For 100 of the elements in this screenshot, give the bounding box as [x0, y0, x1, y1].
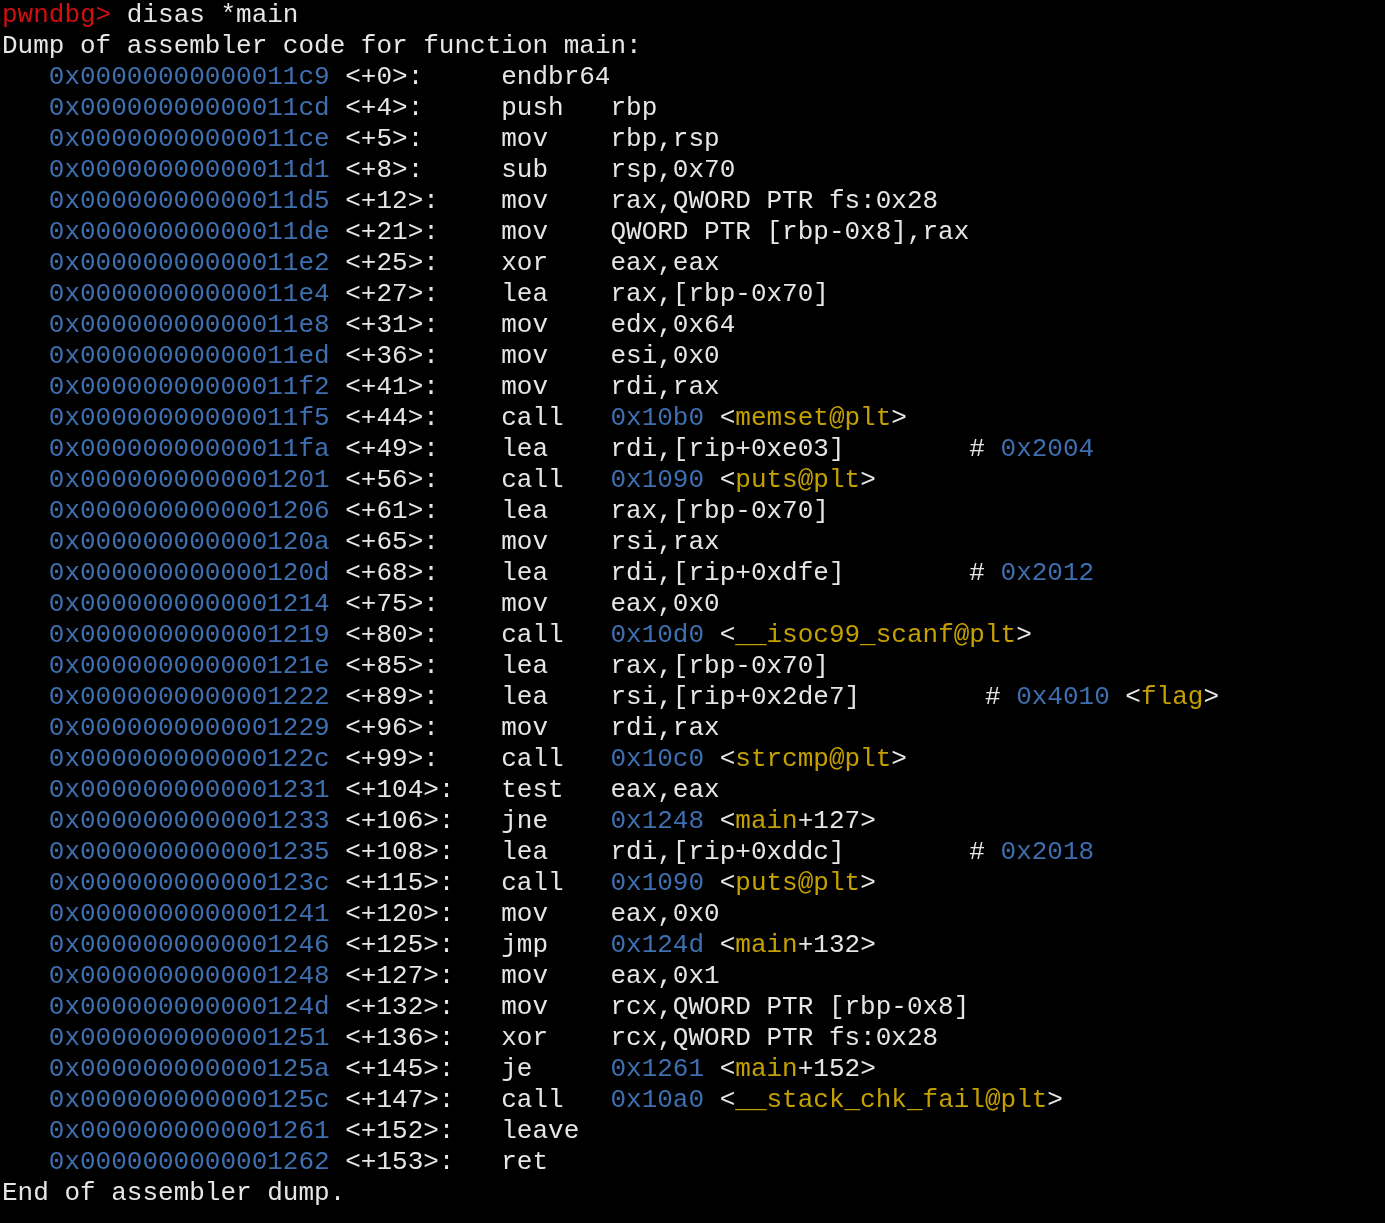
offset-text: <+80>:: [345, 620, 439, 650]
mnemonic-text: xor: [501, 1023, 549, 1053]
operand-text: eax,eax: [610, 775, 720, 805]
address-text: 0x00000000000011de: [48, 217, 330, 247]
offset-text: <+49>:: [345, 434, 439, 464]
mnemonic-text: call: [501, 620, 564, 650]
offset-text: <+36>:: [345, 341, 439, 371]
symbol-text: <puts@plt>: [719, 465, 876, 495]
address-text: 0x0000000000001231: [48, 775, 330, 805]
address-text: 0x00000000000011d5: [48, 186, 330, 216]
mnemonic-text: call: [501, 868, 564, 898]
address-text: 0x000000000000121e: [48, 651, 330, 681]
offset-text: <+132>:: [345, 992, 455, 1022]
target-address: 0x10c0: [610, 744, 705, 774]
operand-text: QWORD PTR [rbp-0x8],rax: [610, 217, 970, 247]
comment-text: # 0x2018: [969, 837, 1095, 867]
operand-text: eax,0x0: [610, 589, 720, 619]
mnemonic-text: mov: [501, 899, 549, 929]
operand-text: eax,0x1: [610, 961, 720, 991]
address-text: 0x00000000000011e2: [48, 248, 330, 278]
mnemonic-text: sub: [501, 155, 549, 185]
target-address: 0x1261: [610, 1054, 705, 1084]
operand-text: rsi,rax: [610, 527, 720, 557]
symbol-text: <main+132>: [719, 930, 876, 960]
mnemonic-text: endbr64: [501, 62, 611, 92]
address-text: 0x000000000000125c: [48, 1085, 330, 1115]
operand-text: edx,0x64: [610, 310, 736, 340]
mnemonic-text: jmp: [501, 930, 549, 960]
mnemonic-text: mov: [501, 217, 549, 247]
operand-text: rsi,[rip+0x2de7]: [610, 682, 861, 712]
symbol-text: <__stack_chk_fail@plt>: [719, 1085, 1063, 1115]
target-address: 0x1090: [610, 868, 705, 898]
address-text: 0x00000000000011f2: [48, 372, 330, 402]
operand-text: rdi,[rip+0xddc]: [610, 837, 845, 867]
operand-text: rax,[rbp-0x70]: [610, 651, 829, 681]
address-text: 0x000000000000120d: [48, 558, 330, 588]
mnemonic-text: lea: [501, 682, 549, 712]
address-text: 0x0000000000001233: [48, 806, 330, 836]
offset-text: <+152>:: [345, 1116, 455, 1146]
target-address: 0x10a0: [610, 1085, 705, 1115]
offset-text: <+145>:: [345, 1054, 455, 1084]
operand-text: eax,eax: [610, 248, 720, 278]
offset-text: <+12>:: [345, 186, 439, 216]
target-address: 0x1090: [610, 465, 705, 495]
address-text: 0x000000000000123c: [48, 868, 330, 898]
mnemonic-text: mov: [501, 341, 549, 371]
offset-text: <+8>:: [345, 155, 424, 185]
offset-text: <+147>:: [345, 1085, 455, 1115]
mnemonic-text: call: [501, 403, 564, 433]
command-text: disas *main: [126, 0, 299, 30]
offset-text: <+115>:: [345, 868, 455, 898]
operand-text: rdi,rax: [610, 372, 720, 402]
offset-text: <+89>:: [345, 682, 439, 712]
offset-text: <+44>:: [345, 403, 439, 433]
address-text: 0x0000000000001241: [48, 899, 330, 929]
offset-text: <+56>:: [345, 465, 439, 495]
operand-text: rbp: [610, 93, 658, 123]
offset-text: <+99>:: [345, 744, 439, 774]
offset-text: <+120>:: [345, 899, 455, 929]
offset-text: <+5>:: [345, 124, 424, 154]
operand-text: rax,[rbp-0x70]: [610, 279, 829, 309]
offset-text: <+153>:: [345, 1147, 455, 1177]
mnemonic-text: xor: [501, 248, 549, 278]
address-text: 0x00000000000011ce: [48, 124, 330, 154]
address-text: 0x0000000000001235: [48, 837, 330, 867]
offset-text: <+0>:: [345, 62, 424, 92]
prompt-text: pwndbg>: [2, 0, 112, 30]
operand-text: rax,[rbp-0x70]: [610, 496, 829, 526]
symbol-text: <memset@plt>: [719, 403, 907, 433]
offset-text: <+61>:: [345, 496, 439, 526]
address-text: 0x0000000000001201: [48, 465, 330, 495]
symbol-text: <__isoc99_scanf@plt>: [719, 620, 1032, 650]
address-text: 0x000000000000125a: [48, 1054, 330, 1084]
mnemonic-text: lea: [501, 434, 549, 464]
address-text: 0x00000000000011e4: [48, 279, 330, 309]
mnemonic-text: call: [501, 1085, 564, 1115]
offset-text: <+41>:: [345, 372, 439, 402]
offset-text: <+85>:: [345, 651, 439, 681]
address-text: 0x000000000000120a: [48, 527, 330, 557]
output-text: End of assembler dump.: [2, 1178, 346, 1208]
comment-text: # 0x2004: [969, 434, 1095, 464]
operand-text: rdi,rax: [610, 713, 720, 743]
mnemonic-text: test: [501, 775, 564, 805]
mnemonic-text: mov: [501, 527, 549, 557]
offset-text: <+125>:: [345, 930, 455, 960]
offset-text: <+136>:: [345, 1023, 455, 1053]
comment-text: # 0x4010 <flag>: [984, 682, 1219, 712]
symbol-text: <main+127>: [719, 806, 876, 836]
target-address: 0x10d0: [610, 620, 705, 650]
target-address: 0x10b0: [610, 403, 705, 433]
mnemonic-text: lea: [501, 279, 549, 309]
mnemonic-text: mov: [501, 713, 549, 743]
address-text: 0x0000000000001261: [48, 1116, 330, 1146]
mnemonic-text: push: [501, 93, 564, 123]
offset-text: <+96>:: [345, 713, 439, 743]
address-text: 0x00000000000011fa: [48, 434, 330, 464]
operand-text: rcx,QWORD PTR [rbp-0x8]: [610, 992, 970, 1022]
operand-text: eax,0x0: [610, 899, 720, 929]
mnemonic-text: mov: [501, 372, 549, 402]
operand-text: rsp,0x70: [610, 155, 736, 185]
